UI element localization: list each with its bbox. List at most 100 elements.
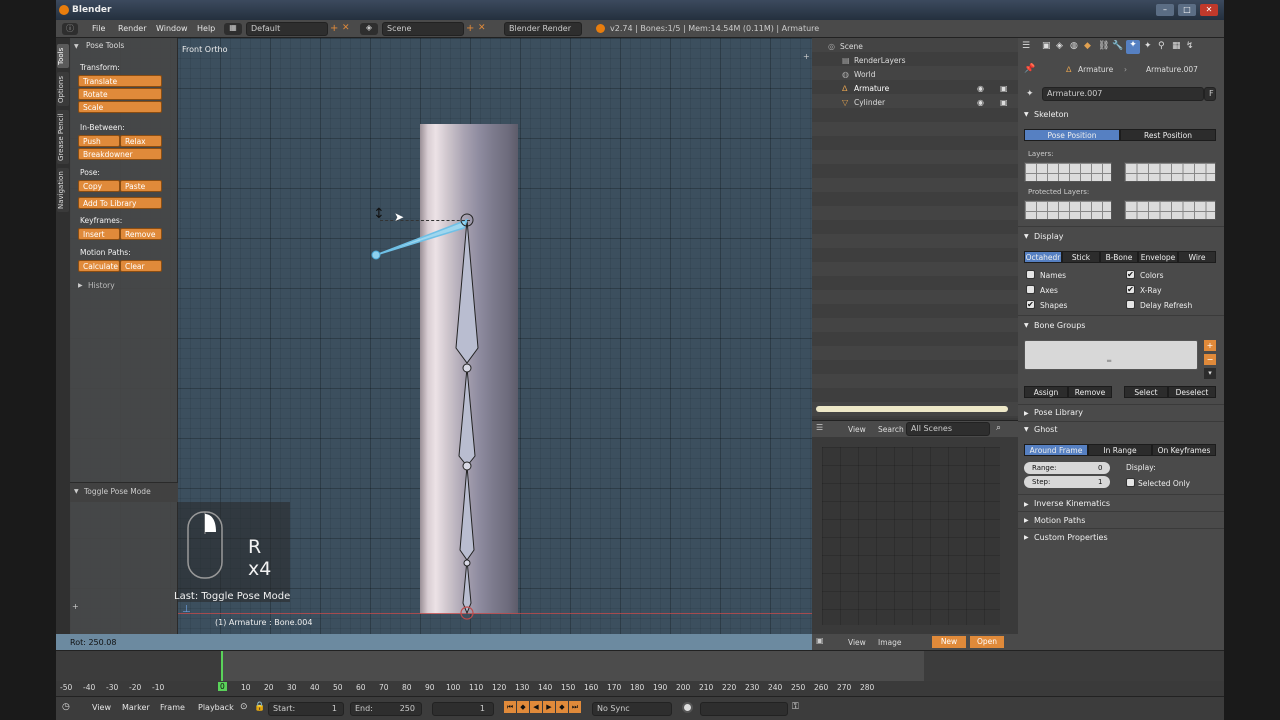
jump-key-back-icon[interactable]: ◆ [517,701,529,713]
editor-type-icon[interactable]: ☰ [816,423,823,432]
remove-bone-group-icon[interactable]: − [1204,354,1216,365]
editor-type-icon[interactable]: ▣ [816,636,824,645]
scene-field[interactable]: Scene [382,22,464,36]
xray-checkbox[interactable]: ✔ [1126,285,1135,294]
render-engine-select[interactable]: Blender Render [504,22,582,36]
display-envelope-toggle[interactable]: Envelope [1138,251,1178,263]
custom-props-expand-icon[interactable]: ▶ [1024,534,1029,541]
menu-help[interactable]: Help [197,24,215,33]
object-tab-icon[interactable]: ◆ [1084,41,1091,51]
bone-tab-icon[interactable]: ✦ [1144,41,1152,51]
remove-keyframe-button[interactable]: Remove [120,228,162,240]
jump-start-icon[interactable]: ⏮ [504,701,516,713]
outliner-item-scene[interactable]: Scene [840,42,863,51]
protected-layers-grid-right[interactable] [1124,200,1216,220]
panel-collapse-icon[interactable]: ▼ [74,43,79,50]
add-scene-icon[interactable]: + [466,23,474,34]
armature-bones[interactable] [370,198,490,628]
outliner-item-armature[interactable]: Armature [854,84,889,93]
ik-expand-icon[interactable]: ▶ [1024,501,1029,508]
timeline-marker-menu[interactable]: Marker [122,703,150,712]
display-stick-toggle[interactable]: Stick [1062,251,1100,263]
remove-scene-icon[interactable]: ✕ [478,23,486,33]
remove-button[interactable]: Remove [1068,386,1112,398]
add-to-library-button[interactable]: Add To Library [78,197,162,209]
layers-grid-right[interactable] [1124,162,1216,182]
record-icon[interactable] [682,702,693,713]
ghost-on-keyframes-toggle[interactable]: On Keyframes [1152,444,1216,456]
timeline-playback-menu[interactable]: Playback [198,703,234,712]
screen-layout-field[interactable]: Default [246,22,328,36]
editor-type-icon[interactable]: ☰ [1022,41,1030,51]
display-panel-title[interactable]: Display [1034,232,1064,241]
texture-tab-icon[interactable]: ▦ [1172,41,1181,51]
render-tab-icon[interactable]: ▣ [1042,41,1051,51]
world-tab-icon[interactable]: ◍ [1070,41,1078,51]
colors-checkbox[interactable]: ✔ [1126,270,1135,279]
bone-group-specials-icon[interactable]: ▾ [1204,368,1216,379]
rest-position-toggle[interactable]: Rest Position [1120,129,1216,141]
outliner-filter-select[interactable]: All Scenes [906,422,990,436]
split-corner-icon[interactable]: + [72,602,79,611]
ik-panel-title[interactable]: Inverse Kinematics [1034,499,1110,508]
display-wire-toggle[interactable]: Wire [1178,251,1216,263]
display-collapse-icon[interactable]: ▼ [1024,233,1029,240]
search-icon[interactable]: ⌕ [996,423,1001,433]
sync-mode-select[interactable]: No Sync [592,702,672,716]
ghost-collapse-icon[interactable]: ▼ [1024,426,1029,433]
open-image-button[interactable]: Open [970,636,1004,648]
jump-key-forward-icon[interactable]: ◆ [556,701,568,713]
selected-only-checkbox[interactable] [1126,478,1135,487]
end-frame-field[interactable]: End: 250 [350,702,422,716]
shapes-checkbox[interactable]: ✔ [1026,300,1035,309]
pin-icon[interactable]: 📌 [1024,64,1035,74]
remove-screen-icon[interactable]: ✕ [342,23,350,33]
image-view-menu[interactable]: View [848,638,866,647]
outliner-search-menu[interactable]: Search [878,425,904,434]
ghost-panel-title[interactable]: Ghost [1034,425,1057,434]
image-canvas[interactable] [822,447,1000,625]
menu-render[interactable]: Render [118,24,146,33]
ghost-step-field[interactable]: Step: 1 [1024,476,1110,488]
menu-window[interactable]: Window [156,24,188,33]
render-camera-icon[interactable]: ▣ [1000,98,1008,107]
menu-file[interactable]: File [92,24,105,33]
axes-checkbox[interactable] [1026,285,1035,294]
armature-data-tab-icon[interactable]: ✦ [1126,40,1140,54]
outliner-item-world[interactable]: World [854,70,876,79]
tab-tools[interactable]: Tools [57,44,69,68]
breakdowner-button[interactable]: Breakdowner [78,148,162,160]
push-button[interactable]: Push [78,135,120,147]
deselect-button[interactable]: Deselect [1168,386,1216,398]
list-resize-grip-icon[interactable]: ═ [1107,357,1111,365]
add-screen-icon[interactable]: + [330,23,338,34]
bone-groups-list[interactable]: ═ [1024,340,1198,370]
timeline-view-menu[interactable]: View [92,703,111,712]
history-expand-icon[interactable]: ▶ [78,282,83,289]
motion-paths-panel-title[interactable]: Motion Paths [1034,516,1085,525]
image-menu[interactable]: Image [878,638,902,647]
timeline[interactable]: -50 -40 -30 -20 -10 0 10 20 30 40 50 60 … [56,650,1224,697]
render-camera-icon[interactable]: ▣ [1000,84,1008,93]
outliner-item-cylinder[interactable]: Cylinder [854,98,885,107]
editor-type-icon[interactable]: ◷ [62,702,70,712]
history-panel[interactable]: History [88,281,115,290]
outliner-item-renderlayers[interactable]: RenderLayers [854,56,906,65]
layers-grid-left[interactable] [1024,162,1112,182]
split-corner-icon[interactable]: + [803,52,810,61]
assign-button[interactable]: Assign [1024,386,1068,398]
breadcrumb-data[interactable]: Armature.007 [1146,65,1198,74]
tab-options[interactable]: Options [57,72,69,106]
current-frame-field[interactable]: 1 [432,702,494,716]
ghost-in-range-toggle[interactable]: In Range [1088,444,1152,456]
editor-type-icon[interactable]: ⓘ [62,23,78,35]
tab-grease-pencil[interactable]: Grease Pencil [57,110,69,164]
protected-layers-grid-left[interactable] [1024,200,1112,220]
jump-end-icon[interactable]: ⏭ [569,701,581,713]
paste-pose-button[interactable]: Paste [120,180,162,192]
physics-tab-icon[interactable]: ↯ [1186,41,1194,51]
modifiers-tab-icon[interactable]: 🔧 [1112,41,1123,51]
insert-keyframe-icon[interactable]: ⚿ [792,702,799,712]
names-checkbox[interactable] [1026,270,1035,279]
clear-paths-button[interactable]: Clear [120,260,162,272]
